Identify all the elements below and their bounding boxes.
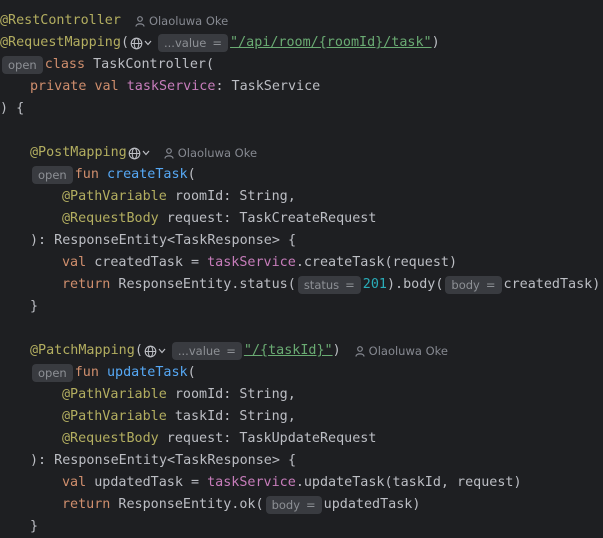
body-param-hint: body = [265,496,322,514]
code-line: } [30,299,39,314]
code-line: @RequestMapping(...value = "/api/room/{roo… [0,32,440,54]
open-modifier-hint: open [32,364,73,382]
open-modifier-hint: open [32,166,73,184]
code-line: @RestController Olaoluwa Oke [0,10,228,32]
person-icon [355,345,365,357]
chevron-down-icon[interactable] [158,348,166,354]
author-inlay[interactable]: Olaoluwa Oke [355,340,448,362]
chevron-down-icon[interactable] [142,150,150,156]
request-mapping-path[interactable]: "/api/room/{roomId}/task" [230,32,432,54]
open-modifier-hint: open [2,56,43,74]
code-line: @PathVariable roomId: String, [62,189,296,204]
globe-icon[interactable] [144,345,157,358]
code-line: @PostMapping Olaoluwa Oke [0,142,257,164]
request-mapping-annotation: @RequestMapping [0,35,121,50]
author-name: Olaoluwa Oke [368,344,448,358]
code-line: @PatchMapping(...value = "/{taskId}") Olao… [0,340,448,362]
code-line: @PathVariable roomId: String, [62,387,296,402]
code-line: val createdTask = taskService .createTask… [62,255,458,270]
code-line: return ResponseEntity.status(status = 201)… [62,276,601,294]
code-line: ): ResponseEntity<TaskResponse> { [30,233,297,248]
globe-icon[interactable] [130,37,143,50]
create-task-function-name[interactable]: createTask [107,164,188,186]
code-editor[interactable]: @RestController Olaoluwa Oke @RequestMap… [0,0,603,538]
code-line: val updatedTask = taskService .updateTask… [62,475,522,490]
class-declaration: TaskController( [85,57,215,72]
task-service-property: taskService [126,79,216,94]
code-line: open fun createTask( [0,164,196,186]
code-line: open class TaskController( [0,54,214,76]
patch-mapping-annotation: @PatchMapping [30,343,135,358]
update-task-function-name[interactable]: updateTask [107,362,188,384]
author-name: Olaoluwa Oke [148,14,229,28]
rest-controller-annotation: @RestController [0,13,121,28]
code-line: @RequestBody request: TaskCreateRequest [62,211,377,226]
body-param-hint: body = [445,276,502,294]
author-inlay[interactable]: Olaoluwa Oke [164,142,257,164]
status-param-hint: status = [297,276,361,294]
code-line: return ResponseEntity.ok(body = updatedTas… [62,496,421,514]
code-line: @RequestBody request: TaskUpdateRequest [62,431,377,446]
code-line: ): ResponseEntity<TaskResponse> { [30,453,297,468]
person-icon [135,15,145,27]
value-param-hint: ...value = [158,34,229,52]
chevron-down-icon[interactable] [144,40,152,46]
code-line: private val taskService: TaskService [0,76,320,98]
patch-mapping-path[interactable]: "/{taskId}" [244,340,333,362]
post-mapping-annotation: @PostMapping [30,145,127,160]
author-inlay[interactable]: Olaoluwa Oke [135,10,228,32]
value-param-hint: ...value = [171,342,242,360]
globe-icon[interactable] [128,147,141,160]
code-line: } [30,519,39,534]
author-name: Olaoluwa Oke [177,146,258,160]
code-line: open fun updateTask( [0,362,196,384]
person-icon [164,147,174,159]
code-line: ) { [0,101,25,116]
code-line: @PathVariable taskId: String, [62,409,296,424]
